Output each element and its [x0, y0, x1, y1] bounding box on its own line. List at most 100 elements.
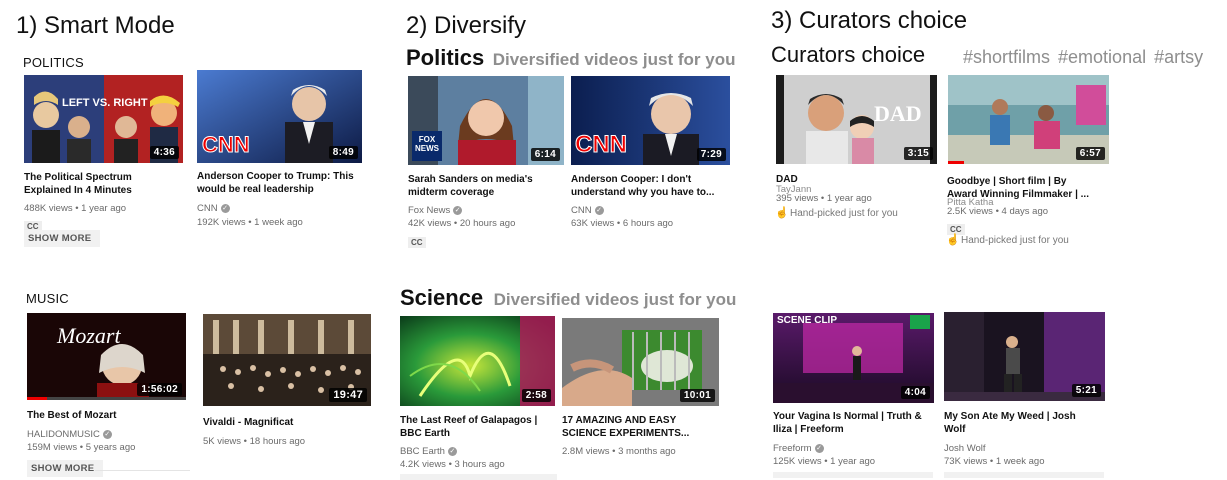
hashtag-list: #shortfilms #emotional #artsy [963, 47, 1211, 68]
video-thumbnail[interactable]: CNN 7:29 [571, 76, 730, 165]
video-title[interactable]: The Political Spectrum Explained In 4 Mi… [24, 172, 174, 197]
section-heading: Science [400, 285, 484, 310]
video-title[interactable]: My Son Ate My Weed | Josh Wolf [944, 411, 1094, 436]
section-heading: Politics [406, 45, 485, 70]
video-title[interactable]: 17 AMAZING AND EASY SCIENCE EXPERIMENTS.… [562, 415, 712, 440]
card-bottom-edge [944, 472, 1104, 478]
duration-badge: 4:36 [149, 146, 179, 159]
duration-badge: 4:04 [900, 386, 930, 399]
duration-badge: 6:14 [530, 148, 560, 161]
hand-pointer-icon: ☝ [775, 207, 789, 219]
section-heading-music: MUSIC [26, 291, 69, 306]
video-title[interactable]: The Best of Mozart [27, 410, 116, 423]
duration-badge: 7:29 [696, 148, 726, 161]
verified-check-icon: ✓ [594, 205, 604, 215]
video-card-my-son-ate-my-weed[interactable]: 5:21 [944, 312, 1105, 401]
video-title[interactable]: Vivaldi - Magnificat [203, 417, 293, 430]
video-thumbnail[interactable]: SCENE CLIP 4:04 [773, 313, 934, 403]
video-views-age: 395 views • 1 year ago [776, 193, 872, 204]
video-thumbnail[interactable]: 2:58 [400, 316, 555, 406]
verified-check-icon: ✓ [814, 443, 824, 453]
section-subheading: Diversified videos just for you [493, 290, 737, 309]
hand-picked-label: ☝Hand-picked just for you [775, 207, 898, 219]
fox-news-logo: FOX NEWS [412, 131, 442, 161]
video-thumbnail[interactable]: CNN 8:49 [197, 70, 362, 163]
video-views-age: 4.2K views • 3 hours ago [400, 459, 505, 470]
video-thumbnail[interactable]: 6:57 [948, 75, 1109, 164]
video-card-science-experiments[interactable]: 10:01 [562, 318, 719, 406]
video-title[interactable]: Your Vagina Is Normal | Truth & Iliza | … [773, 411, 928, 436]
section-header-curators: Curators choice [771, 42, 925, 68]
video-card-truth-and-iliza[interactable]: SCENE CLIP 4:04 [773, 313, 934, 403]
cc-badge: CC [408, 232, 426, 250]
video-card-last-reef-galapagos[interactable]: 2:58 [400, 316, 555, 406]
video-views-age: 488K views • 1 year ago [24, 203, 127, 214]
section-header-politics: Politics Diversified videos just for you [406, 45, 735, 71]
card-bottom-edge [400, 474, 557, 480]
hand-picked-label: ☝Hand-picked just for you [946, 234, 1069, 246]
video-thumbnail[interactable]: Mozart 1:56:02 [27, 313, 186, 400]
video-views-age: 159M views • 5 years ago [27, 442, 136, 453]
video-card-political-spectrum[interactable]: LEFT VS. RIGHT 4:36 [24, 75, 183, 163]
video-title[interactable]: Sarah Sanders on media's midterm coverag… [408, 174, 558, 199]
duration-badge: 2:58 [521, 389, 551, 402]
video-thumbnail[interactable]: 19:47 [203, 314, 371, 406]
duration-badge: 5:21 [1071, 384, 1101, 397]
video-thumbnail[interactable]: 10:01 [562, 318, 719, 406]
section-header-science: Science Diversified videos just for you [400, 285, 736, 311]
thumbnail-overlay-text: DAD [874, 101, 922, 126]
video-title[interactable]: The Last Reef of Galapagos | BBC Earth [400, 415, 550, 440]
video-thumbnail[interactable]: LEFT VS. RIGHT 4:36 [24, 75, 183, 163]
video-thumbnail[interactable]: DAD 3:15 [776, 75, 937, 164]
video-views-age: 5K views • 18 hours ago [203, 436, 306, 447]
video-card-anderson-cooper-trump[interactable]: CNN 8:49 [197, 70, 362, 163]
video-thumbnail[interactable]: 5:21 [944, 312, 1105, 401]
card-bottom-edge [773, 472, 933, 478]
video-views-age: 73K views • 1 week ago [944, 456, 1045, 467]
video-card-anderson-cooper[interactable]: CNN 7:29 [571, 76, 730, 165]
video-channel: BBC Earth ✓ [400, 446, 457, 457]
duration-badge: 1:56:02 [137, 383, 182, 396]
video-views-age: 63K views • 6 hours ago [571, 218, 674, 229]
section-heading: Curators choice [771, 42, 926, 67]
show-more-button[interactable]: SHOW MORE [24, 230, 100, 247]
verified-check-icon: ✓ [453, 205, 463, 215]
video-card-dad[interactable]: DAD 3:15 [776, 75, 937, 164]
video-card-sarah-sanders[interactable]: FOX NEWS 6:14 [408, 76, 564, 165]
video-channel: CNN ✓ [197, 203, 230, 214]
panel-title-diversify: 2) Diversify [406, 12, 527, 39]
video-views-age: 42K views • 20 hours ago [408, 218, 516, 229]
duration-badge: 3:15 [903, 147, 933, 160]
video-channel: Josh Wolf [944, 443, 986, 454]
hashtag-shortfilms[interactable]: #shortfilms [963, 47, 1050, 67]
hashtag-artsy[interactable]: #artsy [1154, 47, 1203, 67]
section-heading-politics: POLITICS [23, 55, 84, 70]
verified-check-icon: ✓ [102, 429, 112, 439]
video-title[interactable]: Anderson Cooper to Trump: This would be … [197, 171, 367, 196]
panel-title-smart-mode: 1) Smart Mode [16, 12, 175, 39]
watch-progress-bar [27, 397, 47, 400]
scene-clip-label: SCENE CLIP [777, 315, 838, 326]
duration-badge: 8:49 [328, 146, 358, 159]
video-thumbnail[interactable]: FOX NEWS 6:14 [408, 76, 564, 165]
hashtag-emotional[interactable]: #emotional [1058, 47, 1146, 67]
video-card-vivaldi-magnificat[interactable]: 19:47 [203, 314, 371, 406]
watch-progress-bar [948, 161, 964, 164]
hand-pointer-icon: ☝ [946, 234, 960, 246]
video-channel: CNN ✓ [571, 205, 604, 216]
cnn-logo-text: CNN [575, 131, 628, 159]
video-views-age: 2.5K views • 4 days ago [947, 206, 1049, 217]
video-channel: Freeform ✓ [773, 443, 824, 454]
video-channel: Fox News ✓ [408, 205, 463, 216]
section-subheading: Diversified videos just for you [492, 50, 736, 69]
verified-check-icon: ✓ [447, 446, 457, 456]
video-card-goodbye-short-film[interactable]: 6:57 [948, 75, 1109, 164]
thumbnail-overlay-text: Mozart [57, 323, 121, 348]
video-card-best-of-mozart[interactable]: Mozart 1:56:02 [27, 313, 186, 400]
verified-check-icon: ✓ [220, 203, 230, 213]
video-views-age: 125K views • 1 year ago [773, 456, 876, 467]
video-title[interactable]: Anderson Cooper: I don't understand why … [571, 174, 721, 199]
show-more-button[interactable]: SHOW MORE [27, 460, 103, 477]
video-channel: HALIDONMUSIC ✓ [27, 429, 112, 440]
cnn-logo-text: CNN [202, 132, 251, 158]
